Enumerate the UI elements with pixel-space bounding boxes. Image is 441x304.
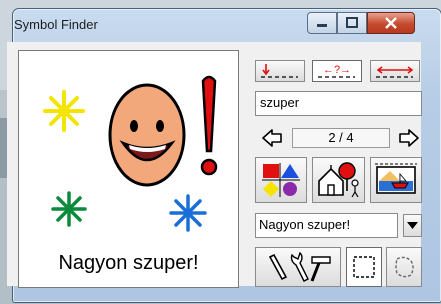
- mode-button-span[interactable]: [370, 60, 420, 82]
- rectangle-select-button[interactable]: [346, 247, 382, 287]
- lasso-select-button[interactable]: [386, 247, 422, 287]
- tools-icon: [268, 251, 331, 282]
- landscape-picture-icon: [375, 163, 417, 194]
- left-arrow-icon: [262, 129, 282, 147]
- lasso-selection-icon: [395, 256, 414, 278]
- window-caption-buttons: [307, 12, 415, 34]
- exclamation-mark-icon: [200, 75, 218, 176]
- maximize-icon: [346, 17, 358, 28]
- search-input[interactable]: szuper: [255, 91, 422, 116]
- yellow-star-icon: [43, 90, 85, 132]
- result-counter: 2 / 4: [292, 128, 390, 148]
- next-button[interactable]: [396, 126, 422, 150]
- previous-button[interactable]: [259, 126, 285, 150]
- mode-button-both[interactable]: ←?→: [312, 60, 362, 82]
- rectangle-selection-icon: [353, 256, 375, 278]
- green-star-icon: [51, 191, 87, 227]
- minimize-icon: [317, 24, 327, 27]
- close-icon: [385, 17, 397, 29]
- window-title: Symbol Finder: [14, 17, 98, 32]
- color-palette-button[interactable]: [255, 157, 307, 203]
- chevron-down-icon: [407, 221, 418, 229]
- svg-text:←?→: ←?→: [323, 64, 351, 76]
- scene-image-button[interactable]: [370, 157, 422, 203]
- down-arrow-icon: [261, 64, 298, 78]
- home-category-button[interactable]: [312, 157, 365, 203]
- minimize-button[interactable]: [307, 12, 337, 34]
- maximize-button[interactable]: [337, 12, 367, 34]
- mode-button-down[interactable]: [255, 60, 305, 82]
- symbol-caption: Nagyon szuper!: [58, 252, 199, 274]
- blue-star-icon: [169, 194, 207, 232]
- shapes-colors-icon: [262, 163, 300, 197]
- bidirectional-question-icon: ←?→: [318, 64, 355, 78]
- meaning-select-dropdown-button[interactable]: [403, 214, 422, 237]
- house-tree-person-icon: [317, 162, 359, 198]
- double-arrow-icon: [376, 66, 414, 78]
- close-button[interactable]: [367, 12, 415, 34]
- smiling-egg-face-icon: [108, 83, 186, 187]
- symbol-image: [43, 75, 218, 232]
- right-arrow-icon: [399, 129, 419, 147]
- tools-button[interactable]: [255, 247, 341, 287]
- symbol-preview: Nagyon szuper!: [18, 50, 239, 288]
- meaning-select[interactable]: Nagyon szuper!: [255, 213, 398, 238]
